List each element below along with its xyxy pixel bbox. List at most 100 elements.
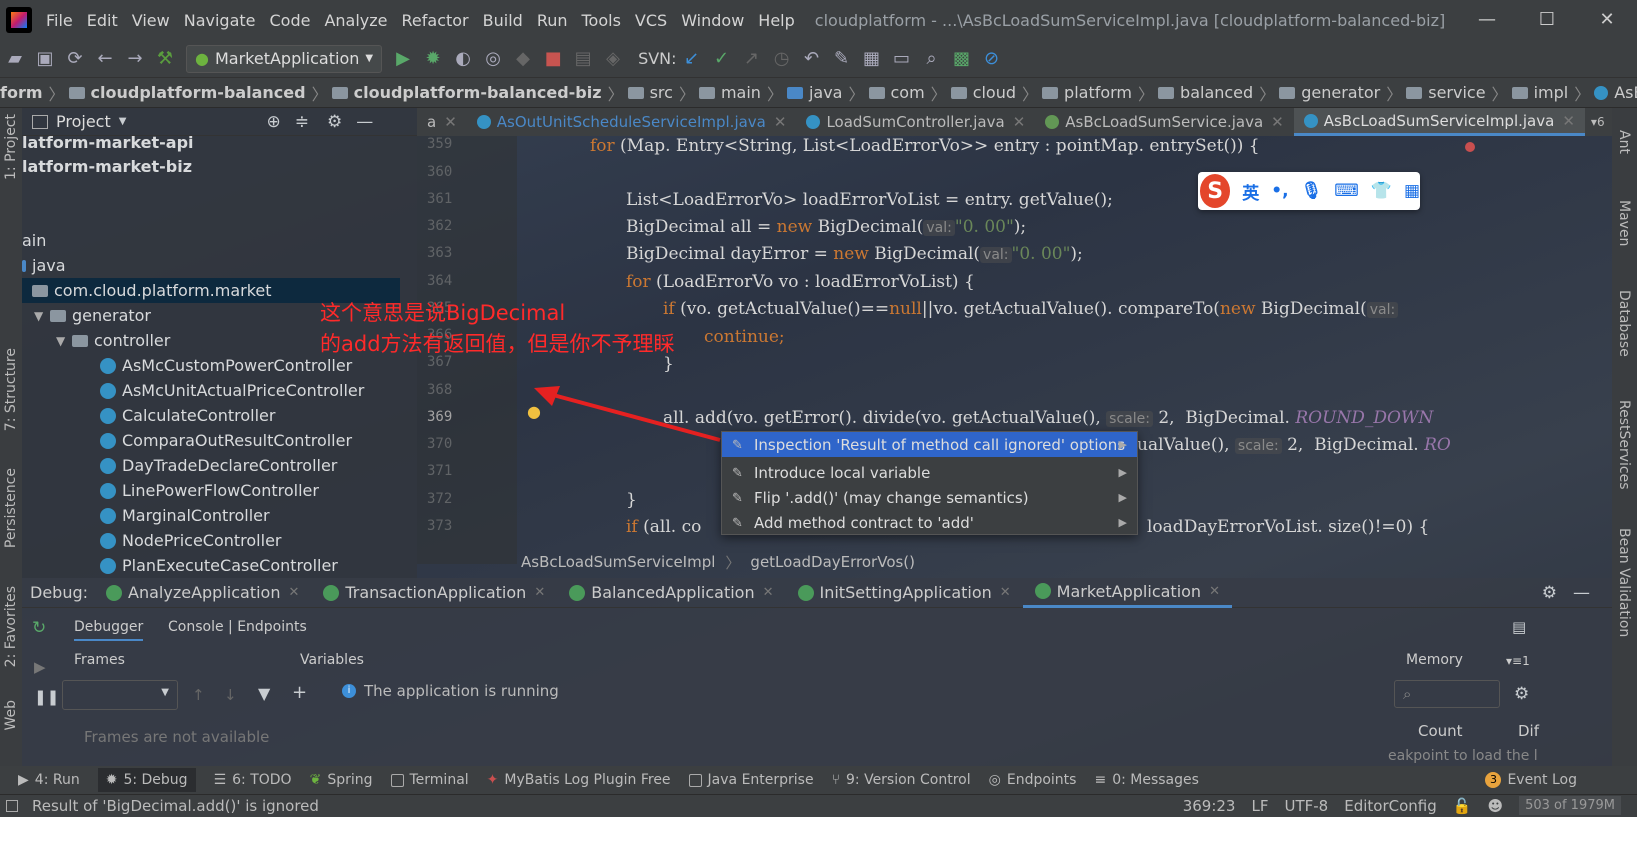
menu-build[interactable]: Build xyxy=(483,11,523,30)
breadcrumb-item[interactable]: generator 〉 xyxy=(1279,81,1402,105)
breadcrumb-item[interactable]: src 〉 xyxy=(627,81,695,105)
menu-window[interactable]: Window xyxy=(681,11,744,30)
menu-run[interactable]: Run xyxy=(537,11,568,30)
open-folder-icon[interactable]: ▰ xyxy=(0,44,30,74)
tree-item[interactable]: ain xyxy=(22,228,46,253)
tool-endpoints[interactable]: ◎ Endpoints xyxy=(989,772,1077,788)
line-separator[interactable]: LF xyxy=(1251,797,1268,815)
attach-icon[interactable]: ◆ xyxy=(508,44,538,74)
close-tab-icon[interactable]: ✕ xyxy=(1013,113,1026,131)
menu-analyze[interactable]: Analyze xyxy=(324,11,387,30)
debug-session-tab[interactable]: BalancedApplication ✕ xyxy=(557,578,785,608)
tab-console-endpoints[interactable]: Console | Endpoints xyxy=(168,619,307,635)
popup-item-introduce-variable[interactable]: ✎ Introduce local variable ▶ xyxy=(722,460,1137,485)
close-tab-icon[interactable]: ✕ xyxy=(1562,112,1575,130)
run-icon[interactable]: ▶ xyxy=(388,44,418,74)
search-icon[interactable]: ⌕ xyxy=(917,44,947,74)
close-tab-icon[interactable]: ✕ xyxy=(774,113,787,131)
forward-icon[interactable]: → xyxy=(120,44,150,74)
breadcrumb-item[interactable]: service 〉 xyxy=(1406,81,1508,105)
toolbox-icon[interactable]: ▦ xyxy=(1404,181,1420,201)
breadcrumb-item[interactable]: form 〉 xyxy=(0,81,65,105)
add-watch-icon[interactable]: + xyxy=(292,682,307,703)
down-arrow-icon[interactable]: ↓ xyxy=(224,686,237,704)
revert-icon[interactable]: ↶ xyxy=(797,44,827,74)
coverage-icon[interactable]: ◐ xyxy=(448,44,478,74)
menu-tools[interactable]: Tools xyxy=(582,11,621,30)
stop-icon[interactable]: ■ xyxy=(538,44,568,74)
tree-item[interactable]: LinePowerFlowController xyxy=(100,478,319,503)
gear-icon[interactable]: ⚙ xyxy=(1542,583,1557,603)
tool-spring[interactable]: ❦ Spring xyxy=(310,772,373,788)
gear-icon[interactable]: ⚙ xyxy=(327,112,342,132)
maximize-icon[interactable]: ☐ xyxy=(1517,0,1577,40)
project-structure-icon[interactable]: ▦ xyxy=(857,44,887,74)
tree-item[interactable]: MarginalController xyxy=(100,503,270,528)
menu-vcs[interactable]: VCS xyxy=(635,11,667,30)
memory-options-button[interactable]: ▾≡1 xyxy=(1506,654,1530,668)
tool-mybatis-log[interactable]: ✦ MyBatis Log Plugin Free xyxy=(487,772,671,788)
deploy-icon[interactable]: ▤ xyxy=(568,44,598,74)
tool-terminal[interactable]: Terminal xyxy=(390,772,469,788)
restservices-tool-button[interactable]: RestServices xyxy=(1616,400,1632,490)
thread-select[interactable]: ▼ xyxy=(62,680,178,710)
svn-push-icon[interactable]: ↗ xyxy=(737,44,767,74)
run-configuration-select[interactable]: ● MarketApplication ▼ xyxy=(186,44,383,73)
editor-tab[interactable]: LoadSumController.java ✕ xyxy=(796,108,1035,136)
tree-item[interactable]: ▼ controller xyxy=(56,328,170,353)
up-arrow-icon[interactable]: ↑ xyxy=(192,686,205,704)
power-save-icon[interactable]: ⊘ xyxy=(977,44,1007,74)
tool-java-enterprise[interactable]: Java Enterprise xyxy=(688,772,814,788)
tree-item[interactable]: java xyxy=(22,253,66,278)
gear-icon[interactable]: ⚙ xyxy=(1514,684,1529,704)
breadcrumb-item[interactable]: java 〉 xyxy=(786,81,865,105)
hide-panel-icon[interactable]: — xyxy=(356,112,373,132)
project-tool-button[interactable]: 1: Project xyxy=(3,114,19,180)
close-tab-icon[interactable]: ✕ xyxy=(288,585,299,600)
menu-help[interactable]: Help xyxy=(758,11,794,30)
breadcrumb-item[interactable]: platform 〉 xyxy=(1042,81,1154,105)
popup-item-flip-add[interactable]: ✎ Flip '.add()' (may change semantics) ▶ xyxy=(722,485,1137,510)
maven-tool-button[interactable]: Maven xyxy=(1616,200,1632,246)
tool-run[interactable]: ▶ 4: Run xyxy=(18,772,80,788)
tool-event-log[interactable]: 3 Event Log xyxy=(1485,772,1577,788)
memory-search-input[interactable]: ⌕ xyxy=(1394,680,1500,708)
caret-position[interactable]: 369:23 xyxy=(1183,797,1236,815)
close-tab-icon[interactable]: ✕ xyxy=(534,585,545,600)
resume-icon[interactable]: ▶ xyxy=(34,658,46,676)
popup-item-add-contract[interactable]: ✎ Add method contract to 'add' ▶ xyxy=(722,510,1137,535)
tree-item[interactable]: AsMcUnitActualPriceController xyxy=(100,378,364,403)
expand-arrow-icon[interactable]: ▼ xyxy=(34,309,46,323)
close-tab-icon[interactable]: ✕ xyxy=(1271,113,1284,131)
structure-tool-button[interactable]: 7: Structure xyxy=(3,348,19,431)
sync-icon[interactable]: ⟳ xyxy=(60,44,90,74)
editor-tab-active[interactable]: AsBcLoadSumServiceImpl.java ✕ xyxy=(1293,108,1585,136)
tree-item[interactable]: latform-market-biz xyxy=(22,154,192,179)
profile-icon[interactable]: ◎ xyxy=(478,44,508,74)
tree-item[interactable]: PlanExecuteCaseController xyxy=(100,553,338,578)
menu-navigate[interactable]: Navigate xyxy=(184,11,256,30)
build-hammer-icon[interactable]: ⚒ xyxy=(150,44,180,74)
terminal-icon[interactable]: ▭ xyxy=(887,44,917,74)
punctuation-icon[interactable]: •, xyxy=(1271,181,1288,201)
keyboard-icon[interactable]: ⌨ xyxy=(1334,181,1359,201)
menu-view[interactable]: View xyxy=(132,11,170,30)
bean-validation-tool-button[interactable]: Bean Validation xyxy=(1616,528,1632,637)
favorites-tool-button[interactable]: 2: Favorites xyxy=(3,586,19,667)
project-view-select[interactable]: Project xyxy=(56,112,111,131)
tree-item[interactable]: CalculateController xyxy=(100,403,275,428)
settings-wrench-icon[interactable]: ✎ xyxy=(827,44,857,74)
breadcrumb-item[interactable]: main 〉 xyxy=(698,81,783,105)
database-tool-icon[interactable]: ◈ xyxy=(598,44,628,74)
debug-session-tab[interactable]: TransactionApplication ✕ xyxy=(311,578,557,608)
collapse-icon[interactable]: ≑ xyxy=(295,112,309,132)
filter-icon[interactable]: ▼ xyxy=(258,684,270,703)
locate-icon[interactable]: ⊕ xyxy=(266,112,280,132)
status-window-icon[interactable] xyxy=(6,800,18,812)
skin-icon[interactable]: 👕 xyxy=(1371,181,1392,201)
breadcrumb-item[interactable]: cloud 〉 xyxy=(950,81,1038,105)
database-tool-button[interactable]: Database xyxy=(1616,290,1632,357)
editor-tab[interactable]: a ✕ xyxy=(417,108,467,136)
web-tool-button[interactable]: Web xyxy=(3,700,19,731)
menu-refactor[interactable]: Refactor xyxy=(402,11,469,30)
